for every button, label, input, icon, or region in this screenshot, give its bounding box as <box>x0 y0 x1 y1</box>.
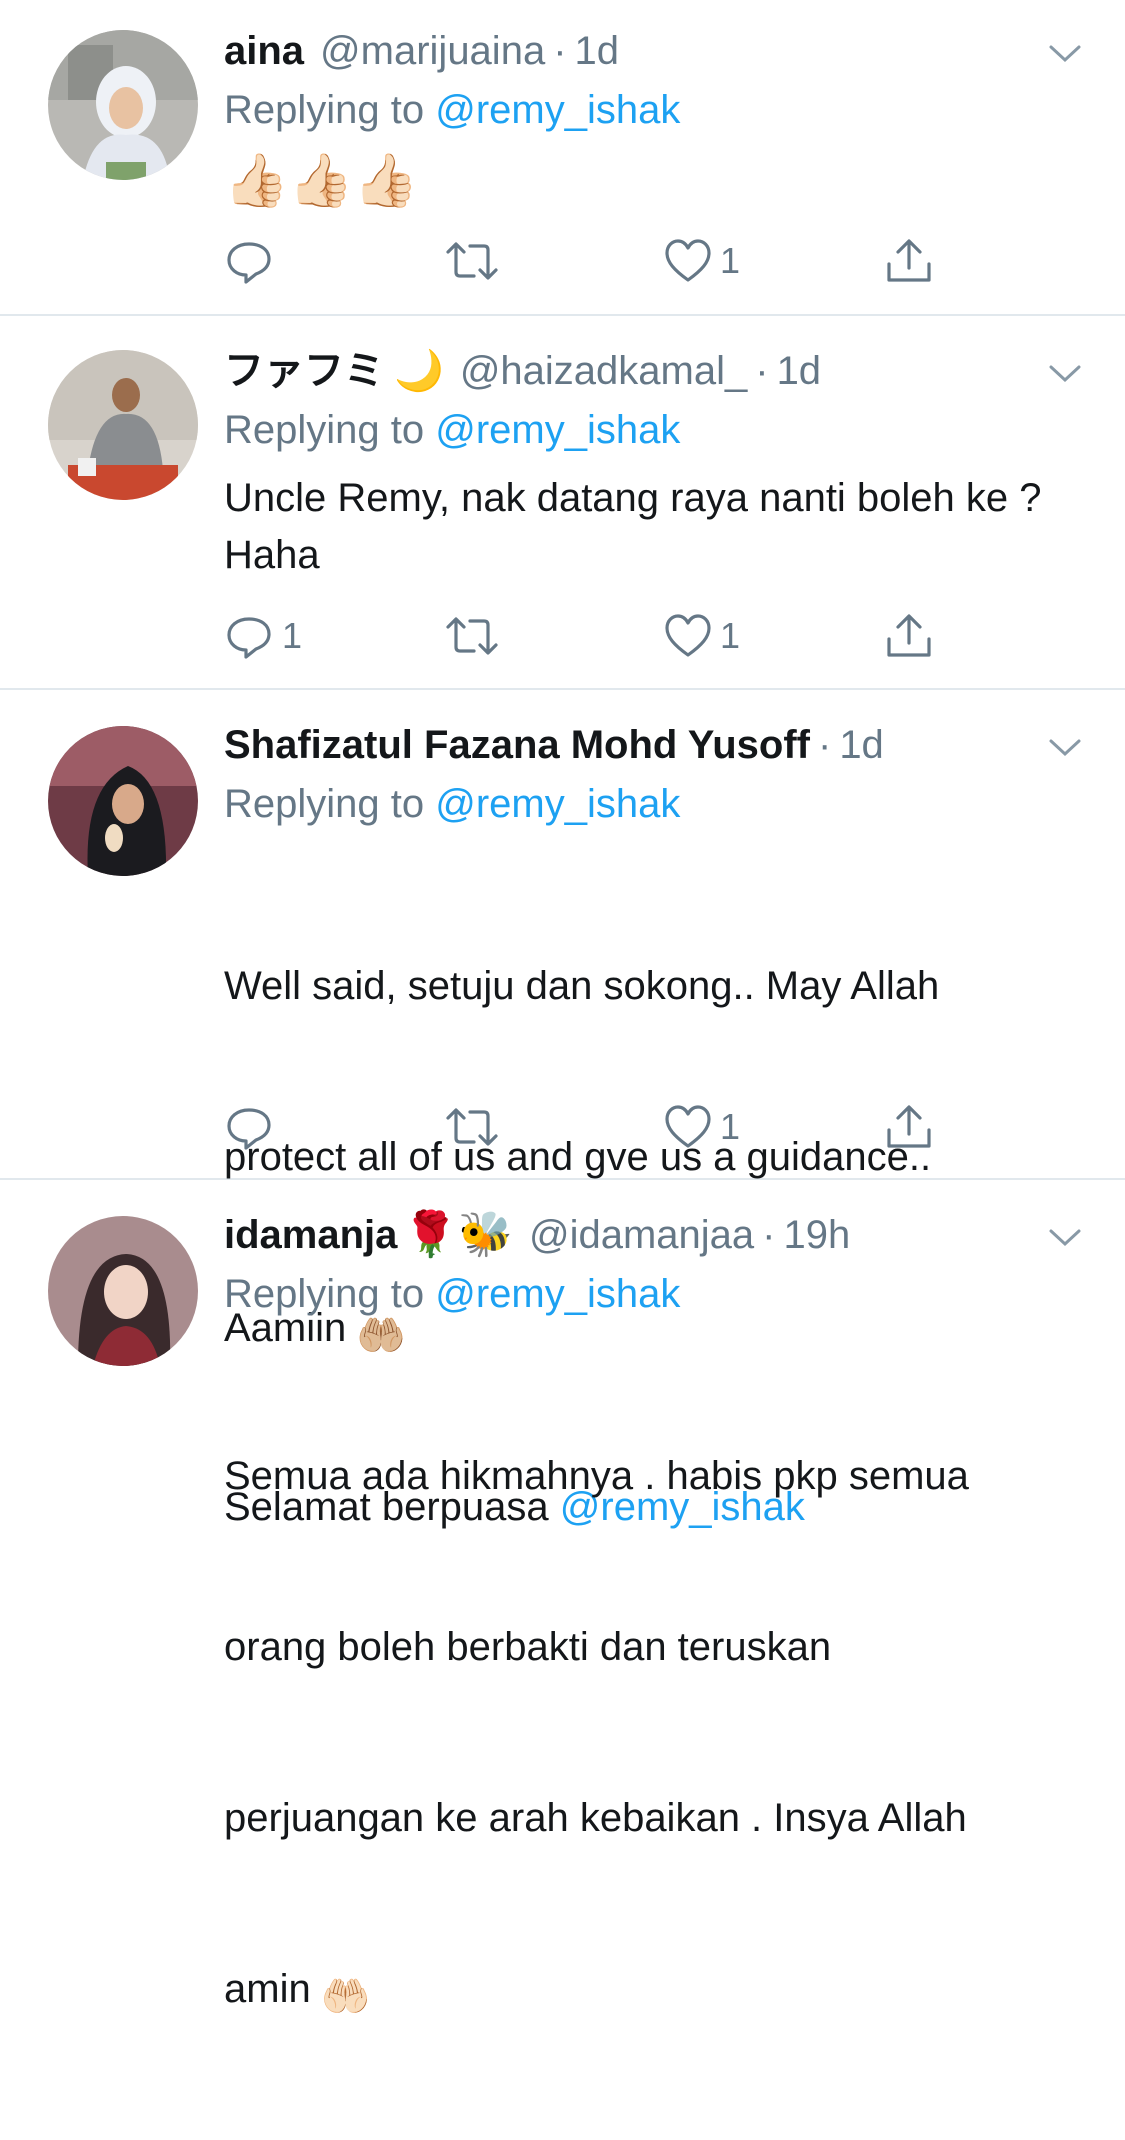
timestamp: 1d <box>839 723 884 767</box>
display-name[interactable]: Shafizatul Fazana Mohd Yusoff <box>224 720 810 770</box>
tweet-text-line: amin 🤲🏻 <box>224 1961 1085 2026</box>
chevron-down-icon[interactable] <box>1045 732 1085 762</box>
retweet-button[interactable] <box>444 1102 664 1152</box>
user-handle[interactable]: @idamanjaa <box>529 1210 754 1260</box>
like-count: 1 <box>720 240 741 281</box>
user-handle[interactable]: @marijuaina <box>320 26 545 76</box>
replying-to-line: Replying to @remy_ishak <box>224 400 1085 460</box>
tweet-actions: 1 1 <box>224 611 944 661</box>
tweet-text-line: orang boleh berbakti dan teruskan <box>224 1625 832 1669</box>
replying-to-mention[interactable]: @remy_ishak <box>435 782 680 826</box>
replying-to-mention[interactable]: @remy_ishak <box>435 408 680 452</box>
separator-dot: · <box>817 723 832 767</box>
like-icon <box>665 614 711 657</box>
timestamp: 1d <box>574 29 620 73</box>
share-icon <box>887 1105 931 1148</box>
share-icon <box>887 614 931 657</box>
timestamp: 19h <box>783 1213 851 1257</box>
tweet-text: Semua ada hikmahnya . habis pkp semua or… <box>224 1334 1085 2140</box>
reply-button[interactable] <box>224 236 444 286</box>
reply-icon <box>227 1108 271 1150</box>
avatar[interactable] <box>48 350 198 500</box>
tweet-actions: 1 <box>224 236 944 286</box>
timestamp: 1d <box>776 349 822 393</box>
avatar[interactable] <box>48 1216 198 1366</box>
user-handle[interactable]: @haizadkamal_ <box>460 346 747 396</box>
reply-icon <box>227 617 271 659</box>
replying-to-mention[interactable]: @remy_ishak <box>435 1272 680 1316</box>
like-button[interactable]: 1 <box>664 1102 884 1152</box>
reply-icon <box>227 242 271 284</box>
separator-dot: · <box>553 29 567 73</box>
retweet-icon <box>446 1108 498 1146</box>
retweet-button[interactable] <box>444 611 664 661</box>
like-count: 1 <box>720 1106 741 1147</box>
retweet-icon <box>446 242 498 280</box>
replying-to-line: Replying to @remy_ishak <box>224 1264 1085 1324</box>
tweet-actions: 1 <box>224 1102 944 1152</box>
replying-to-label: Replying to <box>224 1272 425 1316</box>
reply-count: 1 <box>282 615 303 656</box>
replying-to-label: Replying to <box>224 88 425 132</box>
tweet-text-line: perjuangan ke arah kebaikan . Insya Alla… <box>224 1796 967 1840</box>
reply-button[interactable] <box>224 1102 444 1152</box>
like-icon <box>665 1105 711 1148</box>
like-icon <box>665 239 711 282</box>
display-name[interactable]: idamanja <box>224 1210 397 1260</box>
tweet[interactable]: aina @marijuaina · 1d Replying to @remy_… <box>0 0 1125 316</box>
replying-to-mention[interactable]: @remy_ishak <box>435 88 680 132</box>
tweet[interactable]: idamanja 🌹🐝 @idamanjaa · 19h Replying to… <box>0 1180 1125 2019</box>
like-count: 1 <box>720 615 741 656</box>
tweet-text-emoji: 👍🏻👍🏻👍🏻 <box>224 152 419 210</box>
chevron-down-icon[interactable] <box>1045 1222 1085 1252</box>
tweet[interactable]: Shafizatul Fazana Mohd Yusoff · 1d Reply… <box>0 690 1125 1529</box>
retweet-icon <box>446 617 498 655</box>
replying-to-label: Replying to <box>224 408 425 452</box>
share-button[interactable] <box>884 1102 944 1152</box>
reply-feed: aina @marijuaina · 1d Replying to @remy_… <box>0 0 1125 2019</box>
tweet-text-segment: amin <box>224 1967 311 2011</box>
share-button[interactable] <box>884 236 944 286</box>
tweet-text: Uncle Remy, nak datang raya nanti boleh … <box>224 476 1053 577</box>
reply-button[interactable]: 1 <box>224 611 444 661</box>
display-name[interactable]: ファフミ <box>224 346 384 396</box>
avatar[interactable] <box>48 726 198 876</box>
name-emoji: 🌙 <box>394 349 444 393</box>
share-button[interactable] <box>884 611 944 661</box>
replying-to-label: Replying to <box>224 782 425 826</box>
tweet[interactable]: ファフミ 🌙 @haizadkamal_ · 1d Replying to @r… <box>0 316 1125 690</box>
display-name[interactable]: aina <box>224 26 304 76</box>
separator-dot: · <box>762 1213 776 1257</box>
separator-dot: · <box>755 349 769 393</box>
chevron-down-icon[interactable] <box>1045 38 1085 68</box>
retweet-button[interactable] <box>444 236 664 286</box>
replying-to-line: Replying to @remy_ishak <box>224 774 1085 834</box>
like-button[interactable]: 1 <box>664 236 884 286</box>
praying-hands-emoji: 🤲🏻 <box>320 1975 371 2019</box>
share-icon <box>887 239 931 282</box>
replying-to-line: Replying to @remy_ishak <box>224 80 1085 140</box>
tweet-text-line: Semua ada hikmahnya . habis pkp semua <box>224 1454 969 1498</box>
name-emoji: 🌹🐝 <box>403 1210 513 1259</box>
avatar[interactable] <box>48 30 198 180</box>
tweet-text-line: Well said, setuju dan sokong.. May Allah <box>224 964 940 1008</box>
chevron-down-icon[interactable] <box>1045 358 1085 388</box>
like-button[interactable]: 1 <box>664 611 884 661</box>
